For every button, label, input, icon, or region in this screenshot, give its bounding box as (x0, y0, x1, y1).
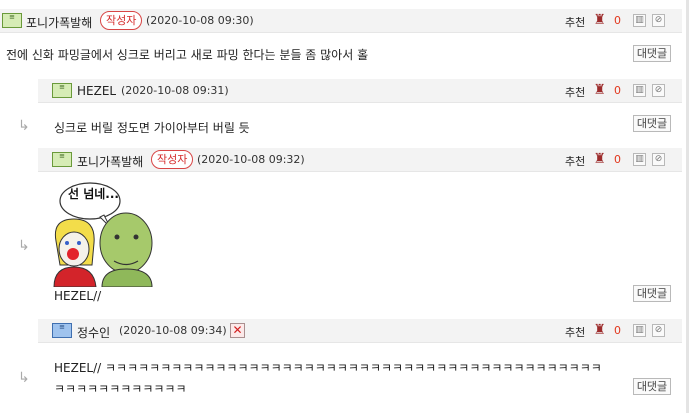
author-badge: 작성자 (151, 150, 194, 169)
comment-date: (2020-10-08 09:30) (146, 14, 254, 27)
comment-nickname[interactable]: 포니가폭발해 (77, 153, 143, 170)
recommend-label: 추천 (565, 86, 586, 99)
reply-button[interactable]: 대댓글 (633, 285, 671, 302)
block-icon[interactable]: ⊘ (652, 324, 665, 337)
right-character-eye (114, 234, 120, 240)
comment-text: 전에 신화 파밍글에서 싱크로 버리고 새로 파밍 한다는 분들 좀 많아서 홀 (6, 48, 369, 62)
recommend-label: 추천 (565, 155, 586, 168)
report-icon[interactable]: ▥ (633, 153, 646, 166)
recommend-icon[interactable]: ♜ (592, 151, 607, 168)
reply-arrow-icon: ↳ (18, 118, 30, 134)
author-badge: 작성자 (100, 11, 143, 30)
comment-date: (2020-10-08 09:34) (119, 324, 227, 337)
level-icon: ≡ (52, 83, 72, 98)
block-icon[interactable]: ⊘ (652, 84, 665, 97)
left-character-eye (65, 241, 69, 245)
recommend-icon[interactable]: ♜ (592, 82, 607, 99)
comment-text: HEZEL// (54, 289, 102, 303)
recommend-count: 0 (614, 153, 621, 166)
comment-header: ≡ 포니가폭발해 작성자 (2020-10-08 09:30) 추천 ♜ 0 ▥… (0, 9, 682, 33)
reply-button[interactable]: 대댓글 (633, 115, 671, 132)
report-icon[interactable]: ▥ (633, 14, 646, 27)
reply-button[interactable]: 대댓글 (633, 378, 671, 395)
comment-header: ≡ 정수인 (2020-10-08 09:34) ✕ 추천 ♜ 0 ▥ ⊘ (38, 319, 682, 343)
recommend-icon[interactable]: ♜ (592, 322, 607, 339)
level-icon: ≡ (52, 152, 72, 167)
recommend-count: 0 (614, 14, 621, 27)
recommend-label: 추천 (565, 326, 586, 339)
right-character-body (101, 268, 153, 287)
comment-text-line1: HEZEL// ㅋㅋㅋㅋㅋㅋㅋㅋㅋㅋㅋㅋㅋㅋㅋㅋㅋㅋㅋㅋㅋㅋㅋㅋㅋㅋㅋㅋㅋㅋㅋㅋ… (54, 361, 602, 375)
speech-bubble-text: 선 넘네... (68, 187, 119, 201)
comment-nickname[interactable]: 정수인 (77, 324, 110, 341)
block-icon[interactable]: ⊘ (652, 14, 665, 27)
reply-arrow-icon: ↳ (18, 238, 30, 254)
reply-button[interactable]: 대댓글 (633, 45, 671, 62)
block-icon[interactable]: ⊘ (652, 153, 665, 166)
comment-header: ≡ HEZEL (2020-10-08 09:31) 추천 ♜ 0 ▥ ⊘ (38, 79, 682, 103)
left-character-eye (77, 241, 81, 245)
comment-text-line2: ㅋㅋㅋㅋㅋㅋㅋㅋㅋㅋㅋㅋ (54, 382, 187, 396)
report-icon[interactable]: ▥ (633, 324, 646, 337)
left-character-shirt (53, 266, 97, 287)
level-icon: ≡ (2, 13, 22, 28)
comment-header: ≡ 포니가폭발해 작성자 (2020-10-08 09:32) 추천 ♜ 0 ▥… (38, 148, 682, 172)
delete-icon[interactable]: ✕ (230, 323, 245, 338)
comment-date: (2020-10-08 09:31) (121, 84, 229, 97)
comment-date: (2020-10-08 09:32) (197, 153, 305, 166)
recommend-count: 0 (614, 324, 621, 337)
recommend-label: 추천 (565, 16, 586, 29)
report-icon[interactable]: ▥ (633, 84, 646, 97)
left-character-nose (67, 248, 79, 260)
recommend-count: 0 (614, 84, 621, 97)
reply-arrow-icon: ↳ (18, 370, 30, 386)
comment-nickname[interactable]: HEZEL (77, 84, 116, 98)
recommend-icon[interactable]: ♜ (592, 12, 607, 29)
level-icon: ≡ (52, 323, 72, 338)
right-character-eye (133, 234, 139, 240)
comment-nickname[interactable]: 포니가폭발해 (26, 14, 92, 31)
comment-text: 싱크로 버릴 정도면 가이아부터 버릴 듯 (54, 121, 250, 135)
